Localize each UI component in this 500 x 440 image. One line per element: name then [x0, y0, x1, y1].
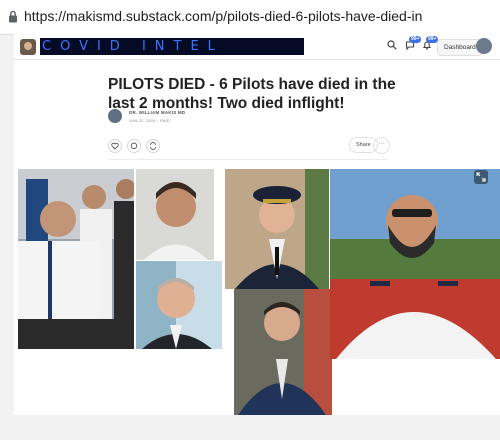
- search-icon[interactable]: [387, 40, 397, 50]
- author-avatar[interactable]: [108, 109, 122, 123]
- user-avatar[interactable]: [476, 38, 492, 54]
- publication-header: COVID INTEL 99+ 99+ Dashboard: [14, 34, 500, 60]
- more-options-button[interactable]: ···: [373, 137, 390, 154]
- divider: [108, 159, 388, 160]
- post-date: JUN 22, 2024 · PAID: [129, 118, 170, 123]
- pilot-photo-6: [330, 169, 500, 359]
- expand-icon[interactable]: [474, 170, 488, 184]
- heart-icon: [111, 142, 119, 150]
- browser-address-bar[interactable]: https://makismd.substack.com/p/pilots-di…: [0, 0, 500, 35]
- article-page: COVID INTEL 99+ 99+ Dashboard PILOTS DIE…: [14, 34, 500, 415]
- comment-icon: [130, 142, 138, 150]
- post-title: PILOTS DIED - 6 Pilots have died in the …: [108, 76, 396, 112]
- publication-banner[interactable]: COVID INTEL: [40, 38, 304, 55]
- restack-icon: [150, 142, 156, 150]
- pilot-photo-4: [225, 169, 329, 289]
- pilot-photo-2: [136, 169, 214, 260]
- restack-button[interactable]: [146, 139, 160, 153]
- lock-icon: [9, 10, 17, 23]
- url-text[interactable]: https://makismd.substack.com/p/pilots-di…: [24, 8, 422, 24]
- chat-badge: 99+: [409, 36, 422, 43]
- comment-button[interactable]: [127, 139, 141, 153]
- like-button[interactable]: [108, 139, 122, 153]
- pilot-photo-5: [234, 289, 332, 415]
- publication-logo[interactable]: [20, 39, 36, 55]
- pilot-photo-1: [18, 169, 134, 349]
- pilots-photo-collage[interactable]: [18, 169, 500, 415]
- author-name[interactable]: DR. WILLIAM MAKIS MD: [129, 110, 185, 115]
- pilot-photo-3: [136, 261, 222, 349]
